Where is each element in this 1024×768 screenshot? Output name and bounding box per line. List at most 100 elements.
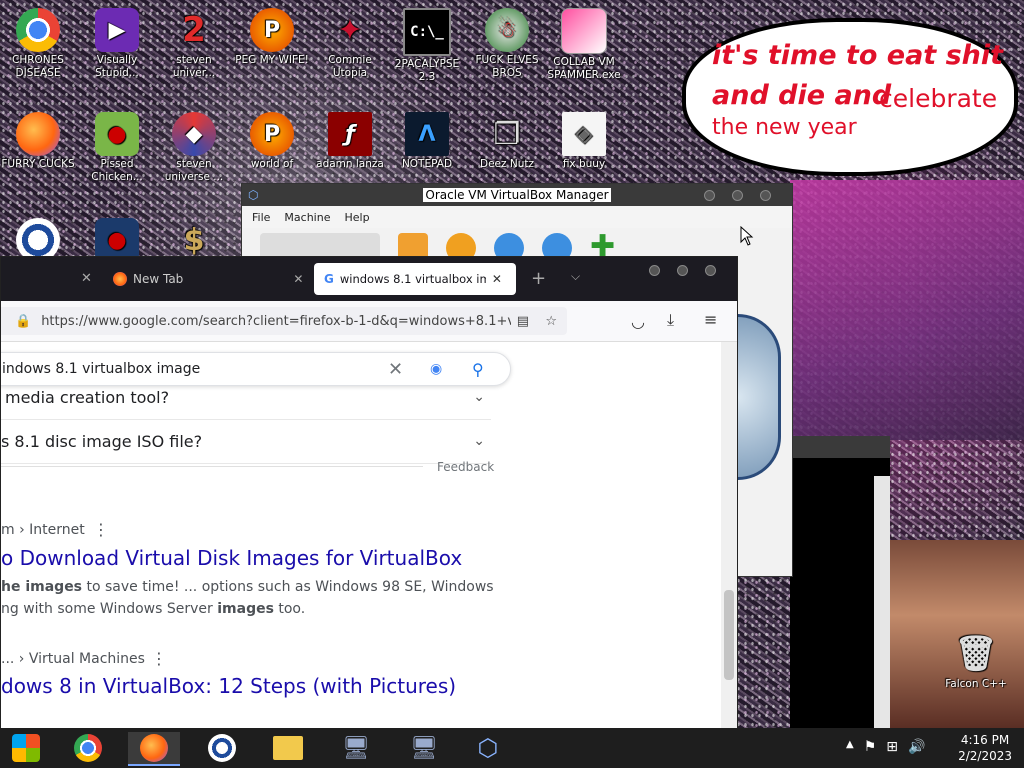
desktop-icon-chrome[interactable]: CHRONES DISEASE xyxy=(0,8,76,80)
maximize-button[interactable] xyxy=(677,265,688,276)
volume-icon[interactable]: 🔊 xyxy=(908,739,925,755)
firefox-icon xyxy=(140,734,168,762)
firefox-icon xyxy=(113,272,127,286)
desktop-icon-label: 2PACALYPSE 2.3 xyxy=(394,58,460,83)
desktop-icon-firefox[interactable]: FURRY CUCKS xyxy=(0,112,76,171)
result-title-link[interactable]: dows 8 in VirtualBox: 12 Steps (with Pic… xyxy=(1,674,456,698)
desktop-icon-recycle-bin[interactable]: 🗑 Falcon C++ xyxy=(938,632,1014,691)
result-snippet: he images to save time! ... options such… xyxy=(1,576,494,620)
taskbar-file-explorer[interactable] xyxy=(262,732,314,764)
flash-icon: ƒ xyxy=(328,112,372,156)
clock[interactable]: 4:16 PM 2/2/2023 xyxy=(958,732,1012,764)
firefox-window[interactable]: ✕ New Tab ✕ G windows 8.1 virtualbox ima… xyxy=(0,256,738,730)
desktop-icon-notepad[interactable]: Λ NOTEPAD xyxy=(389,112,465,171)
minimize-button[interactable] xyxy=(649,265,660,276)
desktop-icon-label: Falcon C++ xyxy=(945,678,1007,690)
close-tab-icon[interactable]: ✕ xyxy=(492,272,502,286)
desktop-icon-fix-buuy[interactable]: ◈ fix buuy xyxy=(546,112,622,171)
steven-universe-icon: 2 xyxy=(182,9,206,50)
bookmark-star-icon[interactable]: ☆ xyxy=(545,314,557,329)
desktop-icon-label: fix buuy xyxy=(562,158,606,170)
flag-icon[interactable]: ⚑ xyxy=(864,739,877,755)
pink-window-icon xyxy=(561,8,607,54)
snippet-text: ng with some Windows Server xyxy=(1,601,218,617)
reader-view-icon[interactable]: ▤ xyxy=(517,314,529,329)
dark-window-scrollbar[interactable] xyxy=(874,476,890,728)
desktop-icon-steven-universe-2[interactable]: ◆ steven universe ... xyxy=(156,112,232,184)
page-scrollbar[interactable] xyxy=(721,342,737,729)
close-button[interactable] xyxy=(705,265,716,276)
menu-machine[interactable]: Machine xyxy=(284,211,330,224)
vbox-cube-icon: ⬡ xyxy=(248,188,259,202)
network-icon[interactable]: ⊞ xyxy=(886,739,898,755)
clock-time: 4:16 PM xyxy=(960,733,1010,747)
maximize-button[interactable] xyxy=(732,190,743,201)
desktop-icon-fuck-elves[interactable]: ☃ FUCK ELVES BROS xyxy=(469,8,545,80)
desktop-icon-collab-vm[interactable]: COLLAB VM SPAMMER.exe xyxy=(546,8,622,82)
desktop-icon-label: Deez Nutz xyxy=(480,158,534,170)
snippet-text: to save time! ... options such as Window… xyxy=(82,579,494,595)
more-options-icon[interactable]: ⋮ xyxy=(93,520,109,539)
list-tabs-icon[interactable]: ⌵ xyxy=(571,269,580,284)
desktop-icon-label: world of xyxy=(250,158,294,170)
p-logo-icon: P xyxy=(250,112,294,156)
start-button[interactable] xyxy=(0,732,52,764)
folder-icon xyxy=(273,736,303,760)
virtualbox-icon: ⬡ xyxy=(477,734,499,762)
faq-item[interactable]: s 8.1 disc image ISO file? ⌄ xyxy=(1,419,491,464)
desktop-icon-commie-utopia[interactable]: ✦ Commie Utopia xyxy=(312,8,388,80)
menu-file[interactable]: File xyxy=(252,211,270,224)
url-text: https://www.google.com/search?client=fir… xyxy=(41,313,511,329)
close-button[interactable] xyxy=(760,190,771,201)
snippet-bold: images xyxy=(217,601,274,617)
url-bar[interactable]: 🔒 https://www.google.com/search?client=f… xyxy=(1,307,567,335)
taskbar-obama[interactable] xyxy=(196,732,248,764)
desktop-icon-world-of[interactable]: P world of xyxy=(234,112,310,171)
faq-text: media creation tool? xyxy=(5,387,170,407)
desktop-icon-peg[interactable]: P PEG MY WIFE! xyxy=(234,8,310,67)
downloads-icon[interactable]: ⤓ xyxy=(667,310,674,330)
desktop-icon-pissed-chicken[interactable]: ● Pissed Chicken... xyxy=(79,112,155,184)
desktop-icon-label: NOTEPAD xyxy=(401,158,453,170)
desktop-icon-steven-universe[interactable]: 2 steven univer... xyxy=(156,8,232,80)
tab-new-tab[interactable]: New Tab ✕ xyxy=(113,263,303,295)
feedback-link[interactable]: Feedback xyxy=(437,460,494,474)
desktop-icon-label: steven universe ... xyxy=(164,158,224,183)
vbox-menubar: File Machine Help xyxy=(242,206,792,228)
faq-item[interactable]: media creation tool? ⌄ xyxy=(1,375,491,420)
show-hidden-icons-icon[interactable]: ▲ xyxy=(846,739,854,755)
scrollbar-thumb[interactable] xyxy=(724,590,734,680)
desktop-icon-deez-nutz[interactable]: ❐ Deez Nutz xyxy=(469,112,545,171)
minimize-button[interactable] xyxy=(704,190,715,201)
lock-icon: 🔒 xyxy=(15,313,32,329)
pocket-icon[interactable]: ◡ xyxy=(631,312,645,331)
menu-help[interactable]: Help xyxy=(344,211,369,224)
more-options-icon[interactable]: ⋮ xyxy=(151,649,167,668)
result-title-link[interactable]: o Download Virtual Disk Images for Virtu… xyxy=(1,546,462,570)
desktop-icon-adamn-lanza[interactable]: ƒ adamn lanza xyxy=(312,112,388,171)
taskbar-firefox[interactable] xyxy=(128,732,180,766)
menu-hamburger-icon[interactable]: ≡ xyxy=(704,310,717,329)
tab-label: windows 8.1 virtualbox image xyxy=(339,272,486,286)
bubble-line-2b: celebrate xyxy=(879,84,998,113)
result-breadcrumb: ... › Virtual Machines xyxy=(1,651,145,667)
desktop-icon-2pacalypse[interactable]: C:\_ 2PACALYPSE 2.3 xyxy=(389,8,465,84)
close-tab-icon[interactable]: ✕ xyxy=(81,271,92,286)
navigation-bar: 🔒 https://www.google.com/search?client=f… xyxy=(1,301,737,342)
close-tab-icon[interactable]: ✕ xyxy=(293,272,303,286)
p-logo-icon: P xyxy=(250,8,294,52)
new-tab-icon[interactable]: + xyxy=(531,268,546,289)
tab-google-search[interactable]: G windows 8.1 virtualbox image ✕ xyxy=(314,263,516,295)
vbox-titlebar[interactable]: ⬡ Oracle VM VirtualBox Manager xyxy=(242,184,792,206)
taskbar-network-app-2[interactable]: 🖥 xyxy=(398,732,450,764)
angry-bird-icon: ● xyxy=(95,112,139,156)
taskbar-virtualbox[interactable]: ⬡ xyxy=(462,732,514,764)
desktop-icon-visual-studio[interactable]: ▶ Visually Stupid... xyxy=(79,8,155,80)
firefox-icon xyxy=(16,112,60,156)
dark-window[interactable] xyxy=(790,436,890,750)
desktop-icon-label: COLLAB VM SPAMMER.exe xyxy=(547,56,621,81)
taskbar-network-app[interactable]: 🖥 xyxy=(330,732,382,764)
taskbar-chrome[interactable] xyxy=(62,732,114,764)
chevron-down-icon: ⌄ xyxy=(473,433,485,449)
tab-label: New Tab xyxy=(133,272,184,286)
